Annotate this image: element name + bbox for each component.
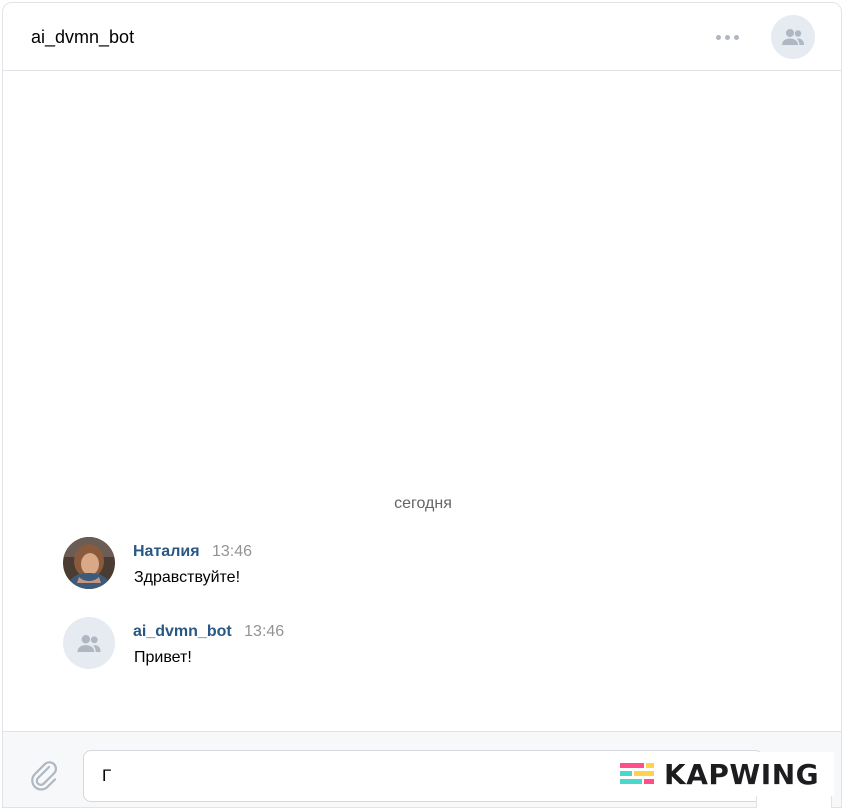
watermark-text: KAPWING [664,757,820,791]
chat-title: ai_dvmn_bot [31,27,135,47]
chat-window: ai_dvmn_bot сегодня Наталия 13:46 Здравс… [2,2,842,808]
message-timestamp[interactable]: 13:46 [244,623,284,640]
message-author-link[interactable]: Наталия [133,543,200,560]
attach-button[interactable] [27,758,61,792]
message-text: Привет! [134,649,192,666]
more-options-button[interactable] [709,25,745,49]
avatar[interactable] [63,617,115,669]
chat-header: ai_dvmn_bot [3,3,841,71]
users-icon [782,29,804,45]
user-photo-avatar [63,537,115,589]
message-item: ai_dvmn_bot 13:46 Привет! [63,617,763,673]
date-separator: сегодня [394,495,452,512]
users-icon [77,634,101,652]
kapwing-logo-icon [620,763,654,784]
kapwing-watermark: KAPWING [612,752,834,796]
chat-avatar[interactable] [771,15,815,59]
message-item: Наталия 13:46 Здравствуйте! [63,537,763,593]
message-history[interactable]: сегодня Наталия 13:46 Здравствуйте! ai_d… [3,71,841,731]
message-author-link[interactable]: ai_dvmn_bot [133,623,232,640]
more-horizontal-icon [715,34,721,40]
message-text: Здравствуйте! [134,569,241,586]
avatar[interactable] [63,537,115,589]
message-timestamp[interactable]: 13:46 [212,543,252,560]
paperclip-icon [31,761,57,791]
